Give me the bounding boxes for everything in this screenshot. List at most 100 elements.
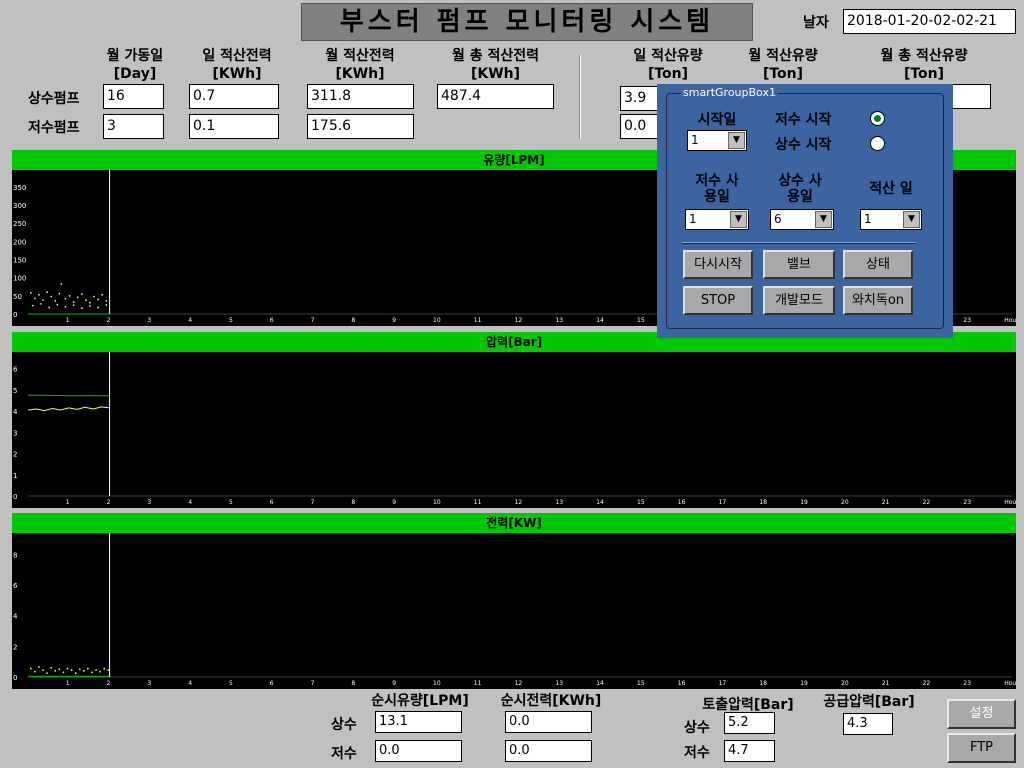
group-box-title: smartGroupBox1 <box>681 86 778 99</box>
x-tick-label: 19 <box>800 499 808 506</box>
header-separator <box>579 55 581 139</box>
upper-inst-power-field[interactable]: 0.0 <box>505 711 592 733</box>
y-tick-label: 0 <box>13 311 17 319</box>
data-point <box>101 294 103 296</box>
x-tick-label: 2 <box>107 317 111 324</box>
date-label: 날자 <box>803 15 829 31</box>
restart-button[interactable]: 다시시작 <box>683 250 753 279</box>
data-point <box>32 304 34 307</box>
x-tick-label: 9 <box>392 680 396 687</box>
stop-button[interactable]: STOP <box>683 286 753 315</box>
x-tick-label: 13 <box>555 499 563 506</box>
watchdog-button[interactable]: 와치독on <box>843 286 913 315</box>
data-point <box>42 299 44 301</box>
upper-monthly-power-field[interactable]: 311.8 <box>307 84 414 109</box>
lower-daily-power-field[interactable]: 0.1 <box>189 114 279 139</box>
start-day-select[interactable]: 1 ▼ <box>687 130 747 151</box>
x-tick-label: 5 <box>229 680 233 687</box>
lower-discharge-field[interactable]: 4.7 <box>724 740 775 762</box>
x-tick-label: 17 <box>719 499 727 506</box>
date-field[interactable]: 2018-01-20-02-02-21 <box>843 9 1016 34</box>
lower-inst-power-field[interactable]: 0.0 <box>505 740 592 762</box>
upper-inst-flow-field[interactable]: 13.1 <box>375 711 462 733</box>
x-tick-label: Hour <box>1004 499 1016 506</box>
upper-daily-flow-field[interactable]: 3.9 <box>620 86 660 111</box>
x-tick-label: 13 <box>555 680 563 687</box>
data-point <box>72 304 75 307</box>
header-monthly-power: 월 적산전력 [KWh] <box>325 48 395 82</box>
x-tick-label: 10 <box>433 680 441 687</box>
data-point <box>62 671 65 674</box>
ftp-button[interactable]: FTP <box>947 733 1016 763</box>
data-point <box>66 667 69 670</box>
lower-use-day-select[interactable]: 1 ▼ <box>685 209 749 230</box>
data-point <box>97 306 99 309</box>
pressure-chart: 01234561 2 3 4 5 6 7 8 9 10 11 12 13 14 15 16 17 18 19 20 21… <box>13 352 1016 506</box>
app-title: 부스터 펌프 모니터링 시스템 <box>301 3 753 41</box>
x-tick-label: 23 <box>963 680 971 687</box>
x-tick-label: Hour <box>1004 317 1016 324</box>
lower-monthly-power-field[interactable]: 175.6 <box>307 114 414 139</box>
x-tick-label: 22 <box>923 499 931 506</box>
upper-use-day-value: 6 <box>774 212 782 226</box>
status-button[interactable]: 상태 <box>843 250 913 279</box>
accumulate-day-select[interactable]: 1 ▼ <box>860 209 922 230</box>
data-point <box>46 291 48 293</box>
upper-daily-power-field[interactable]: 0.7 <box>189 84 279 109</box>
data-point <box>58 668 61 671</box>
y-tick-label: 0 <box>13 493 17 501</box>
x-tick-label: 22 <box>923 680 931 687</box>
y-tick-label: 350 <box>13 184 26 192</box>
lower-daily-flow-field[interactable]: 0.0 <box>620 114 660 139</box>
x-tick-label: 7 <box>311 680 315 687</box>
x-tick-label: 23 <box>963 317 971 324</box>
data-point <box>60 283 63 285</box>
start-day-value: 1 <box>691 133 699 147</box>
x-tick-label: 5 <box>229 499 233 506</box>
data-point <box>87 667 89 670</box>
x-tick-label: 1 <box>66 499 70 506</box>
data-point <box>74 672 77 674</box>
upper-use-day-select[interactable]: 6 ▼ <box>770 209 834 230</box>
data-point <box>83 670 85 672</box>
x-tick-label: 6 <box>270 499 274 506</box>
data-point <box>103 667 105 670</box>
valve-button[interactable]: 밸브 <box>763 250 835 279</box>
series-line <box>27 406 110 412</box>
lower-start-radio[interactable] <box>870 111 885 126</box>
x-tick-label: 9 <box>392 499 396 506</box>
data-point <box>89 302 91 304</box>
upper-pump-label: 상수펌프 <box>28 91 80 107</box>
data-point <box>76 296 79 299</box>
x-tick-label: 11 <box>474 499 482 506</box>
dev-mode-button[interactable]: 개발모드 <box>763 286 835 315</box>
upper-days-field[interactable]: 16 <box>103 84 164 109</box>
lower-days-field[interactable]: 3 <box>103 114 164 139</box>
data-point <box>91 671 93 674</box>
data-point <box>30 667 32 670</box>
lower-inst-flow-field[interactable]: 0.0 <box>375 740 462 762</box>
x-tick-label: 6 <box>270 680 274 687</box>
data-point <box>89 305 91 307</box>
y-tick-label: 6 <box>13 366 18 374</box>
y-tick-label: 0 <box>13 674 17 682</box>
data-point <box>38 666 40 668</box>
data-point <box>93 295 95 298</box>
settings-button[interactable]: 설정 <box>947 699 1016 729</box>
data-point <box>79 668 81 671</box>
data-point <box>50 667 52 669</box>
data-point <box>85 299 87 301</box>
upper-start-radio[interactable] <box>870 136 885 151</box>
data-point <box>81 307 83 309</box>
x-tick-label: 18 <box>759 680 767 687</box>
upper-total-power-field[interactable]: 487.4 <box>437 84 554 109</box>
upper-discharge-field[interactable]: 5.2 <box>724 712 775 734</box>
x-tick-label: 8 <box>351 317 355 324</box>
x-tick-label: 10 <box>433 499 441 506</box>
x-tick-label: 1 <box>66 680 70 687</box>
x-tick-label: Hour <box>1004 680 1016 687</box>
lower-pump-label: 저수펌프 <box>28 120 80 136</box>
y-tick-label: 50 <box>13 293 22 301</box>
x-tick-label: 23 <box>963 499 971 506</box>
supply-pressure-field[interactable]: 4.3 <box>843 713 893 735</box>
